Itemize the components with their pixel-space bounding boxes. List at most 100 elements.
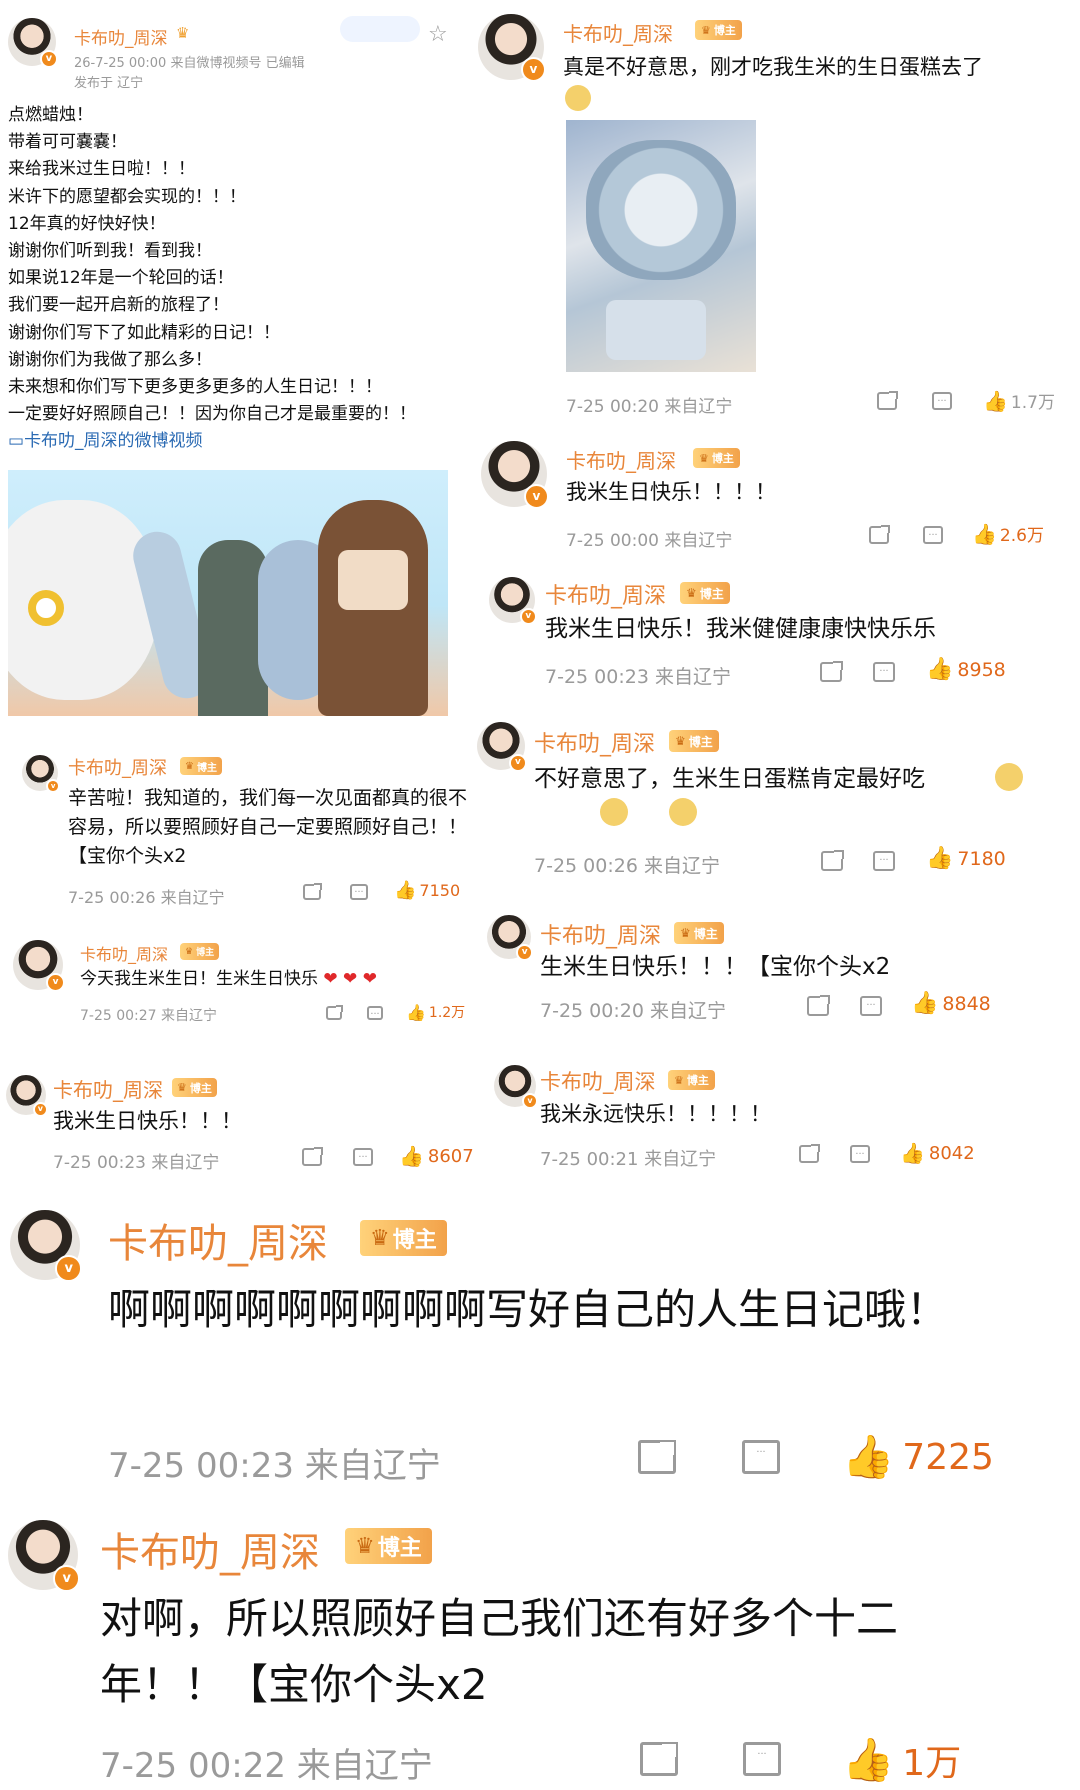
- badge-label: 博主: [392, 1228, 437, 1253]
- avatar[interactable]: v: [489, 577, 537, 625]
- comment-icon[interactable]: [873, 851, 895, 871]
- avatar[interactable]: v: [22, 755, 60, 793]
- share-icon[interactable]: [799, 1144, 820, 1163]
- verified-icon: v: [523, 483, 549, 509]
- share-icon[interactable]: [807, 995, 830, 1016]
- comment-time: 7-25 00:21 来自辽宁: [540, 1149, 717, 1170]
- avatar[interactable]: v: [487, 915, 533, 961]
- avatar[interactable]: v: [8, 18, 58, 68]
- comment-icon[interactable]: [350, 884, 368, 900]
- username[interactable]: 卡布叻_周深: [53, 1074, 163, 1103]
- like-button[interactable]: 👍 1万: [842, 1734, 961, 1786]
- avatar[interactable]: v: [477, 722, 527, 772]
- post-line: 谢谢你们写下了如此精彩的日记！！: [8, 322, 280, 343]
- share-icon[interactable]: [820, 661, 843, 682]
- verified-icon: v: [55, 1255, 82, 1282]
- heart-icon: ❤: [318, 969, 338, 989]
- username[interactable]: 卡布叻_周深: [540, 918, 661, 950]
- avatar[interactable]: v: [8, 1520, 80, 1592]
- thumb-up-icon: 👍: [911, 991, 939, 1016]
- post-line: 我们要一起开启新的旅程了！: [8, 295, 229, 316]
- doll-face: [338, 550, 408, 610]
- star-icon[interactable]: ☆: [428, 22, 448, 47]
- username[interactable]: 卡布叻_周深: [108, 1211, 328, 1269]
- comment-icon[interactable]: [742, 1440, 780, 1474]
- comment-icon[interactable]: [850, 1145, 870, 1163]
- like-button[interactable]: 👍 8607: [399, 1144, 474, 1168]
- comment-time: 7-25 00:26 来自辽宁: [68, 888, 225, 907]
- comment-icon[interactable]: [923, 526, 943, 544]
- avatar[interactable]: v: [478, 14, 546, 82]
- username[interactable]: 卡布叻_周深: [68, 754, 167, 780]
- badge-label: 博主: [377, 1536, 422, 1561]
- like-count: 8848: [942, 992, 991, 1015]
- comment-icon[interactable]: [367, 1006, 383, 1020]
- share-icon[interactable]: [326, 1005, 343, 1020]
- like-count: 8607: [427, 1145, 474, 1167]
- verified-icon: v: [46, 779, 60, 793]
- share-icon[interactable]: [640, 1742, 678, 1776]
- avatar[interactable]: v: [481, 441, 549, 509]
- video-link[interactable]: ▭卡布叻_周深的微博视频: [8, 428, 448, 455]
- like-button[interactable]: 👍 1.2万: [406, 1002, 465, 1022]
- comment-icon[interactable]: [353, 1148, 373, 1166]
- like-count: 2.6万: [999, 526, 1044, 546]
- like-count: 7180: [957, 847, 1006, 870]
- like-button[interactable]: 👍 7150: [394, 880, 460, 901]
- comment-text: 生米生日快乐！！！【宝你个头x2: [540, 954, 891, 980]
- like-count: 7225: [902, 1436, 994, 1478]
- like-button[interactable]: 👍 1.7万: [983, 388, 1055, 414]
- like-button[interactable]: 👍 8042: [900, 1141, 975, 1165]
- comment-icon[interactable]: [873, 662, 895, 682]
- username[interactable]: 卡布叻_周深: [100, 1520, 320, 1578]
- comment-icon[interactable]: [860, 996, 882, 1016]
- share-icon[interactable]: [303, 883, 322, 900]
- crown-icon: ♛: [176, 24, 190, 42]
- thumb-up-icon: 👍: [972, 521, 997, 546]
- avatar[interactable]: v: [6, 1075, 48, 1117]
- like-button[interactable]: 👍 7225: [842, 1432, 994, 1482]
- flower-bouquet: [586, 140, 736, 280]
- like-button[interactable]: 👍 2.6万: [972, 521, 1044, 547]
- post-line: 米许下的愿望都会实现的！！！: [8, 186, 246, 207]
- blogger-badge: ♛ 博主: [674, 922, 724, 944]
- username[interactable]: 卡布叻_周深: [540, 1066, 656, 1096]
- thumb-up-icon: 👍: [926, 657, 954, 682]
- avatar[interactable]: v: [10, 1210, 82, 1282]
- share-icon[interactable]: [638, 1440, 676, 1474]
- blogger-badge: ♛ 博主: [680, 582, 730, 604]
- like-button[interactable]: 👍 8958: [926, 657, 1006, 682]
- crown-icon: ♛: [675, 734, 686, 748]
- like-button[interactable]: 👍 7180: [926, 846, 1006, 871]
- username[interactable]: 卡布叻_周深: [566, 445, 676, 474]
- video-thumbnail[interactable]: [8, 470, 448, 716]
- share-icon[interactable]: [877, 391, 898, 410]
- username[interactable]: 卡布叻_周深: [545, 578, 666, 610]
- username[interactable]: 卡布叻_周深: [563, 18, 673, 47]
- badge-label: 博主: [693, 926, 718, 941]
- share-icon[interactable]: [869, 525, 890, 544]
- comment-icon[interactable]: [743, 1742, 781, 1776]
- post-line: 点燃蜡烛！: [8, 105, 93, 125]
- avatar[interactable]: v: [13, 940, 65, 992]
- share-icon[interactable]: [821, 850, 844, 871]
- crown-icon: ♛: [370, 1225, 390, 1251]
- thumb-up-icon: 👍: [394, 880, 417, 901]
- cake-photo[interactable]: [566, 120, 756, 372]
- share-icon[interactable]: [302, 1147, 323, 1166]
- post-line: 来给我米过生日啦！！！: [8, 159, 195, 180]
- comment-time: 7-25 00:20 来自辽宁: [540, 1000, 726, 1022]
- username[interactable]: 卡布叻_周深: [80, 941, 168, 965]
- like-count: 1万: [902, 1743, 962, 1784]
- username[interactable]: 卡布叻_周深: [74, 24, 168, 49]
- doge-emoji: [995, 763, 1024, 791]
- username[interactable]: 卡布叻_周深: [534, 726, 655, 758]
- blogger-badge: ♛ 博主: [360, 1220, 447, 1256]
- thumb-up-icon: 👍: [406, 1002, 426, 1022]
- comment-icon[interactable]: [932, 392, 952, 410]
- comment-time: 7-25 00:27 来自辽宁: [80, 1008, 218, 1024]
- post-line: 谢谢你们听到我！看到我！: [8, 241, 212, 262]
- like-button[interactable]: 👍 8848: [911, 991, 991, 1016]
- avatar[interactable]: v: [494, 1065, 538, 1109]
- verified-icon: v: [53, 1565, 80, 1592]
